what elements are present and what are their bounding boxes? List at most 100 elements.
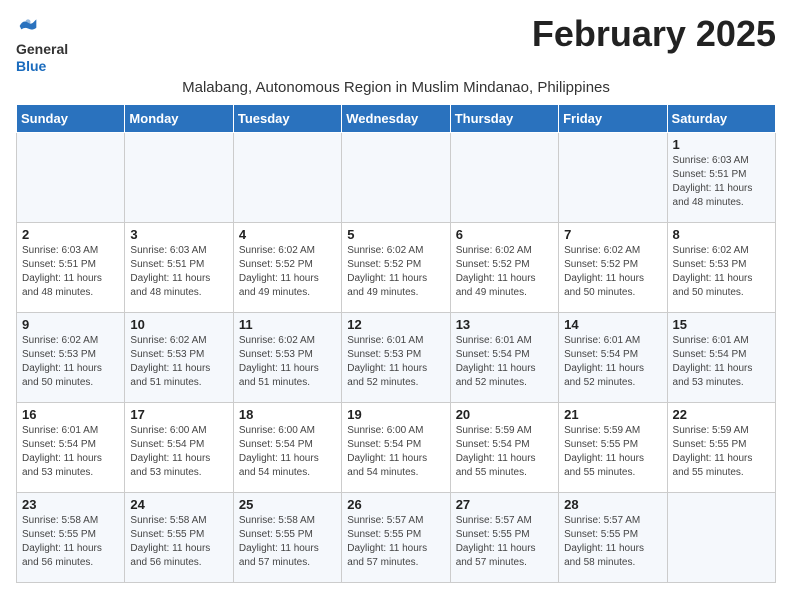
day-info: Sunrise: 5:57 AM Sunset: 5:55 PM Dayligh… xyxy=(564,514,661,570)
day-number: 12 xyxy=(347,317,444,332)
day-info: Sunrise: 5:59 AM Sunset: 5:54 PM Dayligh… xyxy=(456,424,553,480)
empty-day-cell xyxy=(342,132,450,222)
day-info: Sunrise: 6:02 AM Sunset: 5:52 PM Dayligh… xyxy=(456,244,553,300)
calendar-day-cell: 6 Sunrise: 6:02 AM Sunset: 5:52 PM Daylig… xyxy=(450,222,558,312)
day-number: 2 xyxy=(22,227,119,242)
day-info: Sunrise: 5:58 AM Sunset: 5:55 PM Dayligh… xyxy=(130,514,227,570)
calendar-day-cell: 14Sunrise: 6:01 AM Sunset: 5:54 PM Dayli… xyxy=(559,312,667,402)
calendar-day-cell: 19 Sunrise: 6:00 AM Sunset: 5:54 PM Dayli… xyxy=(342,402,450,492)
day-number: 1 xyxy=(673,137,770,152)
weekday-header-wednesday: Wednesday xyxy=(342,104,450,132)
calendar-day-cell: 8 Sunrise: 6:02 AM Sunset: 5:53 PM Daylig… xyxy=(667,222,775,312)
day-number: 16 xyxy=(22,407,119,422)
calendar-day-cell: 26 Sunrise: 5:57 AM Sunset: 5:55 PM Dayli… xyxy=(342,492,450,582)
day-number: 24 xyxy=(130,497,227,512)
day-info: Sunrise: 6:03 AM Sunset: 5:51 PM Dayligh… xyxy=(130,244,227,300)
calendar-table: SundayMondayTuesdayWednesdayThursdayFrid… xyxy=(16,104,776,583)
calendar-day-cell: 4 Sunrise: 6:02 AM Sunset: 5:52 PM Daylig… xyxy=(233,222,341,312)
day-number: 9 xyxy=(22,317,119,332)
weekday-header-friday: Friday xyxy=(559,104,667,132)
day-number: 23 xyxy=(22,497,119,512)
calendar-day-cell: 7 Sunrise: 6:02 AM Sunset: 5:52 PM Daylig… xyxy=(559,222,667,312)
day-info: Sunrise: 5:59 AM Sunset: 5:55 PM Dayligh… xyxy=(673,424,770,480)
day-number: 19 xyxy=(347,407,444,422)
day-info: Sunrise: 5:57 AM Sunset: 5:55 PM Dayligh… xyxy=(347,514,444,570)
day-info: Sunrise: 6:02 AM Sunset: 5:52 PM Dayligh… xyxy=(239,244,336,300)
day-info: Sunrise: 5:59 AM Sunset: 5:55 PM Dayligh… xyxy=(564,424,661,480)
day-info: Sunrise: 6:01 AM Sunset: 5:53 PM Dayligh… xyxy=(347,334,444,390)
calendar-day-cell: 21 Sunrise: 5:59 AM Sunset: 5:55 PM Dayli… xyxy=(559,402,667,492)
empty-day-cell xyxy=(125,132,233,222)
day-number: 22 xyxy=(673,407,770,422)
day-number: 14 xyxy=(564,317,661,332)
empty-day-cell xyxy=(233,132,341,222)
day-info: Sunrise: 5:58 AM Sunset: 5:55 PM Dayligh… xyxy=(22,514,119,570)
empty-day-cell xyxy=(667,492,775,582)
calendar-week-row: 23 Sunrise: 5:58 AM Sunset: 5:55 PM Dayli… xyxy=(17,492,776,582)
day-info: Sunrise: 6:02 AM Sunset: 5:53 PM Dayligh… xyxy=(22,334,119,390)
calendar-day-cell: 3 Sunrise: 6:03 AM Sunset: 5:51 PM Daylig… xyxy=(125,222,233,312)
calendar-day-cell: 22 Sunrise: 5:59 AM Sunset: 5:55 PM Dayli… xyxy=(667,402,775,492)
day-number: 20 xyxy=(456,407,553,422)
calendar-day-cell: 9 Sunrise: 6:02 AM Sunset: 5:53 PM Daylig… xyxy=(17,312,125,402)
day-info: Sunrise: 5:57 AM Sunset: 5:55 PM Dayligh… xyxy=(456,514,553,570)
calendar-day-cell: 18Sunrise: 6:00 AM Sunset: 5:54 PM Dayli… xyxy=(233,402,341,492)
calendar-week-row: 1 Sunrise: 6:03 AM Sunset: 5:51 PM Daylig… xyxy=(17,132,776,222)
calendar-week-row: 2 Sunrise: 6:03 AM Sunset: 5:51 PM Daylig… xyxy=(17,222,776,312)
day-info: Sunrise: 6:01 AM Sunset: 5:54 PM Dayligh… xyxy=(22,424,119,480)
logo: General Blue xyxy=(16,16,68,75)
weekday-header-tuesday: Tuesday xyxy=(233,104,341,132)
calendar-day-cell: 17 Sunrise: 6:00 AM Sunset: 5:54 PM Dayli… xyxy=(125,402,233,492)
calendar-day-cell: 12 Sunrise: 6:01 AM Sunset: 5:53 PM Dayli… xyxy=(342,312,450,402)
day-info: Sunrise: 6:02 AM Sunset: 5:53 PM Dayligh… xyxy=(239,334,336,390)
calendar-day-cell: 25 Sunrise: 5:58 AM Sunset: 5:55 PM Dayli… xyxy=(233,492,341,582)
calendar-day-cell: 2Sunrise: 6:03 AM Sunset: 5:51 PM Daylig… xyxy=(17,222,125,312)
day-info: Sunrise: 6:03 AM Sunset: 5:51 PM Dayligh… xyxy=(673,154,770,210)
day-number: 17 xyxy=(130,407,227,422)
day-info: Sunrise: 6:01 AM Sunset: 5:54 PM Dayligh… xyxy=(456,334,553,390)
empty-day-cell xyxy=(450,132,558,222)
day-number: 4 xyxy=(239,227,336,242)
calendar-day-cell: 15 Sunrise: 6:01 AM Sunset: 5:54 PM Dayli… xyxy=(667,312,775,402)
day-number: 8 xyxy=(673,227,770,242)
weekday-header-sunday: Sunday xyxy=(17,104,125,132)
calendar-day-cell: 11Sunrise: 6:02 AM Sunset: 5:53 PM Dayli… xyxy=(233,312,341,402)
empty-day-cell xyxy=(17,132,125,222)
day-info: Sunrise: 6:02 AM Sunset: 5:52 PM Dayligh… xyxy=(564,244,661,300)
day-info: Sunrise: 6:00 AM Sunset: 5:54 PM Dayligh… xyxy=(347,424,444,480)
calendar-week-row: 16 Sunrise: 6:01 AM Sunset: 5:54 PM Dayli… xyxy=(17,402,776,492)
day-number: 15 xyxy=(673,317,770,332)
calendar-day-cell: 24 Sunrise: 5:58 AM Sunset: 5:55 PM Dayli… xyxy=(125,492,233,582)
subtitle: Malabang, Autonomous Region in Muslim Mi… xyxy=(16,79,776,96)
weekday-header-monday: Monday xyxy=(125,104,233,132)
weekday-header-saturday: Saturday xyxy=(667,104,775,132)
month-title: February 2025 xyxy=(532,16,776,52)
weekday-header-row: SundayMondayTuesdayWednesdayThursdayFrid… xyxy=(17,104,776,132)
calendar-day-cell: 27 Sunrise: 5:57 AM Sunset: 5:55 PM Dayli… xyxy=(450,492,558,582)
day-number: 21 xyxy=(564,407,661,422)
calendar-day-cell: 13 Sunrise: 6:01 AM Sunset: 5:54 PM Dayli… xyxy=(450,312,558,402)
day-number: 7 xyxy=(564,227,661,242)
calendar-day-cell: 5 Sunrise: 6:02 AM Sunset: 5:52 PM Daylig… xyxy=(342,222,450,312)
logo-icon xyxy=(18,16,38,36)
logo-text: General Blue xyxy=(16,41,68,75)
day-info: Sunrise: 6:00 AM Sunset: 5:54 PM Dayligh… xyxy=(239,424,336,480)
day-info: Sunrise: 6:02 AM Sunset: 5:53 PM Dayligh… xyxy=(673,244,770,300)
day-number: 27 xyxy=(456,497,553,512)
day-number: 3 xyxy=(130,227,227,242)
day-info: Sunrise: 6:02 AM Sunset: 5:52 PM Dayligh… xyxy=(347,244,444,300)
day-number: 28 xyxy=(564,497,661,512)
calendar-day-cell: 20 Sunrise: 5:59 AM Sunset: 5:54 PM Dayli… xyxy=(450,402,558,492)
calendar-week-row: 9 Sunrise: 6:02 AM Sunset: 5:53 PM Daylig… xyxy=(17,312,776,402)
header: General Blue February 2025 xyxy=(16,16,776,75)
day-info: Sunrise: 5:58 AM Sunset: 5:55 PM Dayligh… xyxy=(239,514,336,570)
day-number: 6 xyxy=(456,227,553,242)
day-info: Sunrise: 6:00 AM Sunset: 5:54 PM Dayligh… xyxy=(130,424,227,480)
day-number: 26 xyxy=(347,497,444,512)
day-number: 5 xyxy=(347,227,444,242)
day-info: Sunrise: 6:01 AM Sunset: 5:54 PM Dayligh… xyxy=(673,334,770,390)
calendar-day-cell: 28 Sunrise: 5:57 AM Sunset: 5:55 PM Dayli… xyxy=(559,492,667,582)
day-number: 13 xyxy=(456,317,553,332)
day-number: 25 xyxy=(239,497,336,512)
calendar-day-cell: 23 Sunrise: 5:58 AM Sunset: 5:55 PM Dayli… xyxy=(17,492,125,582)
